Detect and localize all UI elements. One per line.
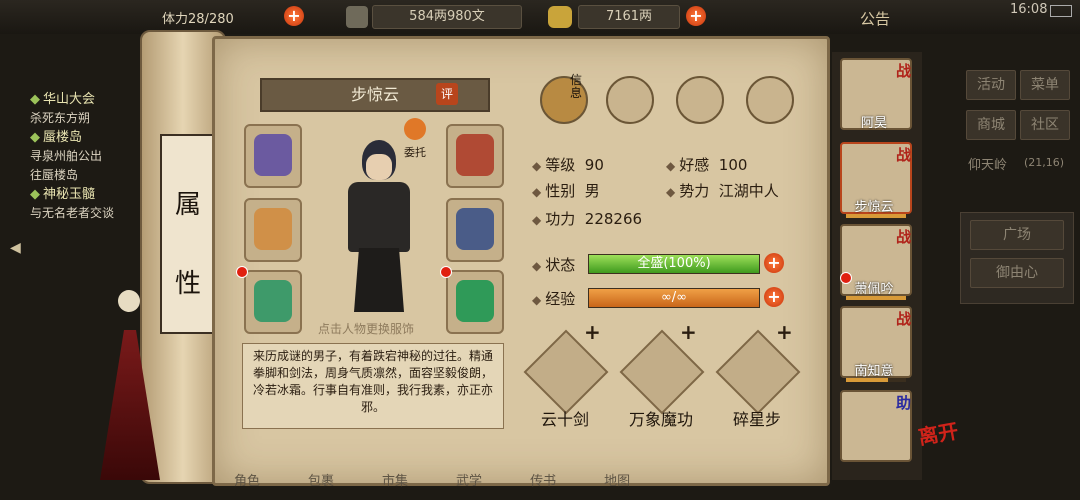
equip-slot-armor[interactable] <box>244 124 302 188</box>
activity-button[interactable]: 活动 <box>966 70 1016 100</box>
add-exp-button[interactable]: + <box>764 287 784 307</box>
clock: 16:08 <box>1010 2 1048 17</box>
jade-pendant-icon <box>456 280 494 322</box>
entrust-label: 委托 <box>404 146 426 159</box>
info-tab-label: 信息 <box>570 73 583 100</box>
skill-add-1[interactable]: + <box>584 320 601 344</box>
equip-slot-body[interactable] <box>446 198 504 262</box>
shop-button[interactable]: 商城 <box>966 110 1016 140</box>
battery-icon <box>1050 5 1072 17</box>
menu-button[interactable]: 菜单 <box>1020 70 1070 100</box>
announcement-button[interactable]: 公告 <box>860 8 890 29</box>
quest-detail: 与无名老者交谈 <box>30 206 115 220</box>
add-status-button[interactable]: + <box>764 253 784 273</box>
party-hp-bar <box>846 296 906 300</box>
battle-badge: 战 <box>896 62 912 80</box>
party-member-name: 步惊云 <box>854 200 894 215</box>
notification-dot <box>840 272 852 284</box>
plaza-button[interactable]: 广场 <box>970 220 1064 250</box>
quest-title: 华山大会 <box>43 92 96 107</box>
quest-detail: 往蜃楼岛 <box>30 168 79 182</box>
add-gold-button[interactable]: + <box>686 6 706 26</box>
skill-name: 万象魔功 <box>628 410 693 429</box>
stat-favor: ◆ 好感 100 <box>666 156 748 174</box>
notification-dot <box>236 266 248 278</box>
quest-title: 蜃楼岛 <box>43 130 83 145</box>
party-hp-bar <box>846 214 906 218</box>
gold-display: 7161两 <box>578 5 680 29</box>
stat-status-label: ◆ 状态 <box>532 256 576 274</box>
bottom-bar-item[interactable]: 传书 <box>530 470 556 500</box>
bottom-bar-item[interactable]: 包裹 <box>308 470 334 500</box>
bottom-bar: 角色 包裹 市集 武学 传书 地图 <box>210 470 830 500</box>
quest-detail: 寻泉州舶公出 <box>30 149 103 163</box>
skill-add-2[interactable]: + <box>680 320 697 344</box>
quest-tracker[interactable]: ◆ 华山大会 杀死东方朔 ◆ 蜃楼岛 寻泉州舶公出 往蜃楼岛 ◆ 神秘玉髓 与无名老者… <box>30 90 150 223</box>
bottom-bar-item[interactable]: 武学 <box>456 470 482 500</box>
scroll-bead-icon <box>118 290 140 312</box>
review-button[interactable]: 评 <box>436 83 458 105</box>
stamina-label: 体力28/280 <box>162 12 234 27</box>
equip-slot-amulet[interactable] <box>446 270 504 334</box>
jade-ring-icon <box>254 280 292 322</box>
battle-badge: 战 <box>896 228 912 246</box>
robe-icon <box>254 134 292 176</box>
community-button[interactable]: 社区 <box>1020 110 1070 140</box>
yuyouxin-button[interactable]: 御由心 <box>970 258 1064 288</box>
stat-faction: ◆ 势力 江湖中人 <box>666 182 779 200</box>
sword-icon <box>254 208 292 250</box>
bottom-bar-item[interactable]: 角色 <box>234 470 260 500</box>
skill-add-3[interactable]: + <box>776 320 793 344</box>
equip-slot-weapon[interactable] <box>244 198 302 262</box>
equip-slot-ring[interactable] <box>244 270 302 334</box>
bottom-bar-item[interactable]: 市集 <box>382 470 408 500</box>
status-bar: 全盛(100%) <box>588 254 760 274</box>
equip-slot-helmet[interactable] <box>446 124 504 188</box>
location-coords: (21,16) <box>1024 156 1065 169</box>
battle-badge: 战 <box>896 310 912 328</box>
crown-icon <box>456 134 494 176</box>
money-display: 584两980文 <box>372 5 522 29</box>
leave-button[interactable]: 离开 <box>916 415 960 451</box>
exp-bar: ∞/∞ <box>588 288 760 308</box>
skill-name: 云十剑 <box>540 410 589 429</box>
stat-gender: ◆ 性别 男 <box>532 182 600 200</box>
gold-ingot-icon <box>548 6 572 28</box>
quest-title: 神秘玉髓 <box>43 187 96 202</box>
entrust-icon[interactable] <box>404 118 426 140</box>
party-hp-bar <box>846 378 906 382</box>
location-name: 仰天岭 <box>968 158 1008 173</box>
collapse-arrow-icon[interactable]: ◀ <box>10 240 21 256</box>
battle-badge: 战 <box>896 146 912 164</box>
skill-name: 碎星步 <box>732 410 781 429</box>
character-description: 来历成谜的男子，有着跌宕神秘的过往。精通拳脚和剑法，周身气质凛然，面容坚毅俊朗，… <box>242 343 504 429</box>
stat-exp-label: ◆ 经验 <box>532 290 576 308</box>
party-member-name: 南知意 <box>854 364 894 379</box>
add-stamina-button[interactable]: + <box>284 6 304 26</box>
bottom-bar-item[interactable]: 地图 <box>604 470 630 500</box>
notification-dot <box>440 266 452 278</box>
info-tab-bag-icon[interactable] <box>606 76 654 124</box>
armor-icon <box>456 208 494 250</box>
party-member-name: 阿昊 <box>860 116 887 131</box>
character-portrait[interactable] <box>334 140 424 316</box>
attributes-label: 属 性 <box>160 134 216 334</box>
info-tab-bagua-icon[interactable] <box>676 76 724 124</box>
stat-power: ◆ 功力 228266 <box>532 210 643 228</box>
stat-level: ◆ 等级 90 <box>532 156 604 174</box>
coin-icon <box>346 6 368 28</box>
character-name: 步惊云 <box>350 85 399 104</box>
change-outfit-hint: 点击人物更换服饰 <box>318 322 415 336</box>
assist-badge: 助 <box>896 394 912 412</box>
quest-detail: 杀死东方朔 <box>30 111 91 125</box>
info-tab-meridian-icon[interactable] <box>746 76 794 124</box>
